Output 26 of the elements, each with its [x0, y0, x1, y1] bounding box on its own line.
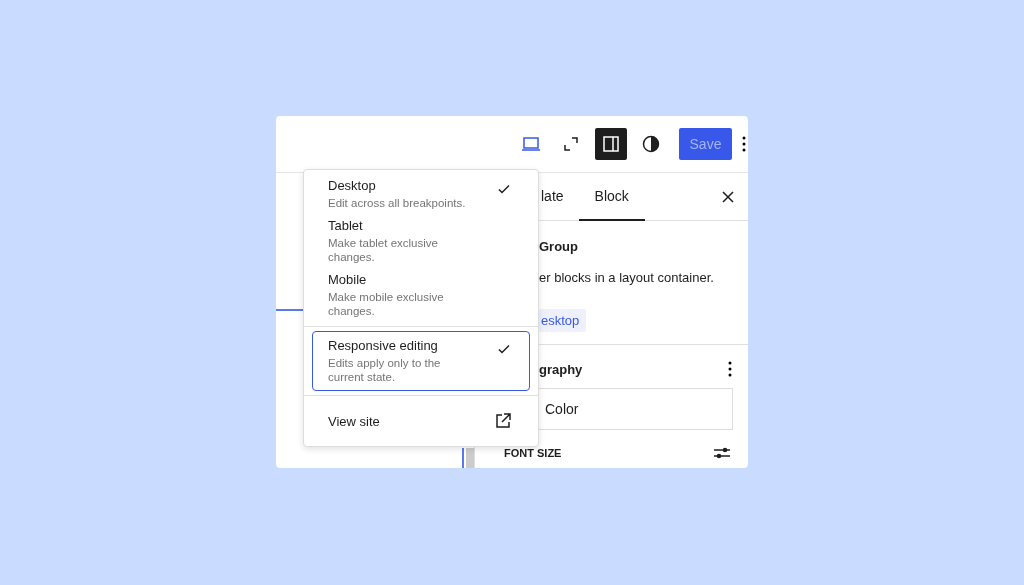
more-options-icon[interactable] [728, 361, 732, 377]
more-options-icon[interactable] [742, 136, 746, 152]
menu-item[interactable]: Responsive editing Edits apply only to the current state. [312, 331, 530, 391]
item-label: Mobile [328, 272, 368, 287]
item-label: Desktop [328, 178, 377, 193]
section-title: graphy [539, 361, 583, 377]
block-title: Group [539, 239, 578, 254]
menu-item[interactable]: Mobile Make mobile exclusive changes. [312, 268, 530, 322]
sidebar-tab[interactable]: Block [578, 173, 645, 221]
sidebar-tab[interactable]: late [541, 173, 579, 221]
settings-icon[interactable] [714, 446, 730, 460]
close-icon[interactable] [722, 190, 734, 203]
external-link-icon [495, 413, 511, 429]
item-label: Responsive editing [328, 338, 439, 353]
font-size-label: FONT SIZE [504, 447, 562, 459]
item-description: Edit across all breakpoints. [328, 196, 466, 210]
item-label: View site [328, 413, 380, 429]
menu-item[interactable]: Tablet Make tablet exclusive changes. [312, 214, 530, 268]
breakpoint-tag: esktop [539, 309, 587, 332]
menu-item[interactable]: Desktop Edit across all breakpoints. [312, 174, 530, 214]
block-description: er blocks in a layout container. [539, 270, 714, 285]
sidebar-toggle-icon[interactable] [595, 128, 627, 160]
item-description: Edits apply only to the current state. [328, 356, 442, 384]
item-label: Tablet [328, 218, 364, 233]
item-description: Make mobile exclusive changes. [328, 290, 445, 318]
item-description: Make tablet exclusive changes. [328, 236, 439, 264]
